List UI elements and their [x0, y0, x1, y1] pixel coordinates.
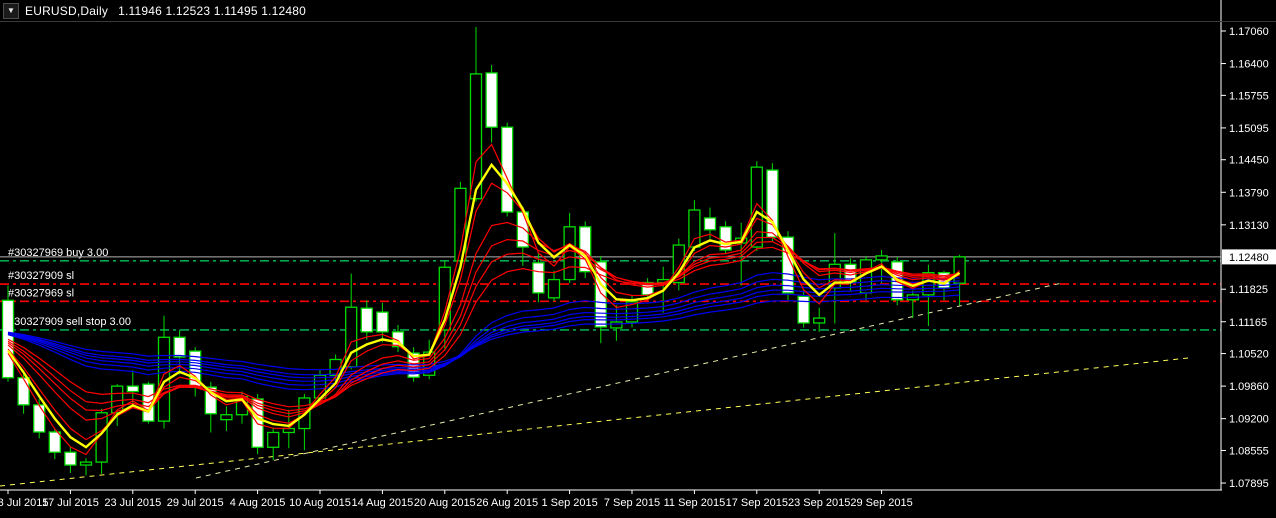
time-tick-label: 20 Aug 2015 [414, 497, 476, 509]
time-tick-label: 1 Sep 2015 [541, 497, 597, 509]
candle-bear [173, 336, 186, 358]
order-line-label: #30327969 sl [8, 287, 74, 299]
candle-bear [126, 385, 139, 393]
candle-bull [563, 226, 576, 281]
candle-bear [48, 431, 61, 453]
candle-bear [64, 451, 77, 466]
candle-bull [282, 427, 295, 434]
time-tick-label: 10 Aug 2015 [289, 497, 351, 509]
price-tick-label: 1.13790 [1229, 187, 1269, 199]
candle-bear [360, 307, 373, 333]
price-tick-label: 1.13130 [1229, 220, 1269, 232]
candle-bull [111, 385, 124, 414]
candle-bear [17, 377, 30, 406]
order-line-label: #30327909 sell stop 3.00 [8, 316, 131, 328]
price-tick-label: 1.14450 [1229, 155, 1269, 167]
order-line-label: #30327909 sl [8, 270, 74, 282]
time-tick-label: 23 Jul 2015 [104, 497, 161, 509]
candle-bull [813, 317, 826, 324]
titlebar-divider [0, 21, 1276, 22]
time-tick-label: 29 Sep 2015 [850, 497, 912, 509]
chart-window: #30327969 buy 3.00 #30327909 sl #30327969 … [0, 0, 1276, 513]
candle-bear [532, 262, 545, 294]
candle-bull [220, 414, 233, 421]
price-tick-label: 1.09200 [1229, 414, 1269, 426]
candle-bear [485, 72, 498, 128]
price-tick-label: 1.08555 [1229, 445, 1269, 457]
current-price-label: 1.12480 [1229, 252, 1269, 264]
time-tick-label: 26 Aug 2015 [476, 497, 538, 509]
chart-canvas[interactable]: #30327969 buy 3.00#30327909 sl#30327969 … [0, 0, 1276, 513]
price-tick-label: 1.09860 [1229, 381, 1269, 393]
candle-bear [797, 295, 810, 324]
time-tick-label: 17 Jul 2015 [42, 497, 99, 509]
candle-bull [267, 431, 280, 448]
time-tick-label: 7 Sep 2015 [604, 497, 660, 509]
price-tick-label: 1.10520 [1229, 349, 1269, 361]
candle-bull [469, 73, 483, 200]
price-tick-label: 1.11165 [1229, 317, 1267, 329]
price-tick-label: 1.15095 [1229, 123, 1269, 135]
chart-title-ohlc: 1.11946 1.12523 1.11495 1.12480 [118, 3, 307, 18]
time-tick-label: 11 Sep 2015 [664, 497, 726, 509]
candle-bull [688, 209, 701, 248]
candle-bull [610, 321, 623, 329]
candle-bull [875, 255, 888, 261]
candle-bull [953, 256, 966, 284]
time-tick-label: 23 Sep 2015 [788, 497, 850, 509]
symbol-menu-button[interactable]: ▼ [3, 2, 19, 19]
chart-title-bar: ▼ EURUSD,Daily 1.11946 1.12523 1.11495 1… [0, 0, 1276, 21]
candle-bear [703, 217, 717, 231]
candle-bull [79, 461, 93, 466]
candle-bear [376, 311, 389, 333]
triangle-down-icon: ▼ [7, 5, 15, 15]
time-tick-label: 17 Sep 2015 [726, 497, 788, 509]
price-tick-label: 1.16400 [1229, 59, 1269, 71]
price-tick-label: 1.17060 [1229, 26, 1269, 38]
price-tick-label: 1.07895 [1229, 478, 1269, 490]
chart-title: EURUSD,Daily [25, 3, 109, 18]
time-tick-label: 4 Aug 2015 [230, 497, 286, 509]
candle-bear [1, 299, 15, 379]
candle-bull [547, 278, 561, 299]
candle-bear [33, 404, 46, 433]
price-tick-label: 1.15755 [1229, 90, 1269, 102]
price-tick-label: 1.11825 [1229, 284, 1268, 296]
time-tick-label: 29 Jul 2015 [167, 497, 224, 509]
time-tick-label: 14 Aug 2015 [352, 497, 414, 509]
